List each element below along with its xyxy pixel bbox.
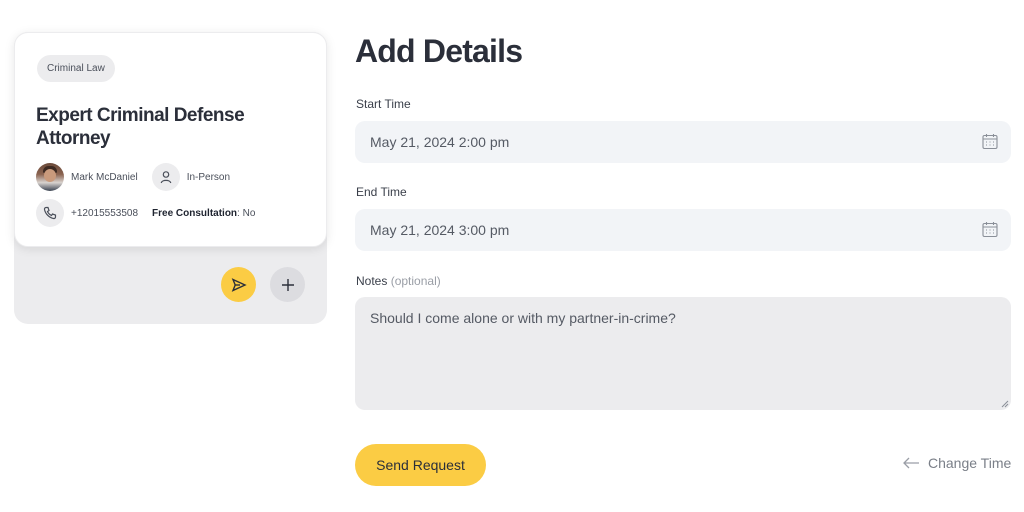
change-time-label: Change Time (928, 455, 1012, 471)
lawyer-card[interactable]: Criminal Law Expert Criminal Defense Att… (14, 32, 327, 247)
notes-textarea[interactable]: Should I come alone or with my partner-i… (355, 297, 1011, 410)
person-icon (151, 163, 180, 191)
contact-meta-row: +12015553508 Free Consultation : No (36, 199, 255, 227)
end-time-value: May 21, 2024 3:00 pm (370, 222, 510, 238)
calendar-icon[interactable] (982, 221, 998, 238)
resize-handle-icon[interactable] (1000, 399, 1009, 408)
notes-label: Notes (optional) (356, 274, 441, 288)
send-request-button[interactable]: Send Request (355, 444, 486, 486)
phone-number: +12015553508 (71, 207, 139, 219)
avatar (36, 163, 64, 191)
page-title: Add Details (355, 33, 523, 69)
phone-icon (36, 199, 64, 227)
notes-optional-hint: (optional) (390, 274, 441, 288)
listing-title: Expert Criminal Defense Attorney (36, 105, 245, 149)
start-time-label: Start Time (356, 97, 411, 111)
start-time-value: May 21, 2024 2:00 pm (370, 134, 510, 150)
category-tag: Criminal Law (37, 55, 115, 82)
lawyer-name: Mark McDaniel (71, 171, 138, 183)
start-time-field[interactable]: May 21, 2024 2:00 pm (355, 121, 1011, 163)
consultation-value: : No (237, 207, 256, 219)
end-time-label: End Time (356, 185, 407, 199)
add-button[interactable] (270, 267, 305, 302)
send-icon (231, 277, 247, 292)
notes-value: Should I come alone or with my partner-i… (370, 310, 676, 326)
plus-icon (281, 278, 294, 291)
change-time-link[interactable]: Change Time (902, 455, 1011, 471)
arrow-left-icon (903, 457, 919, 469)
lawyer-card-container: Criminal Law Expert Criminal Defense Att… (14, 32, 327, 324)
lawyer-meta-row: Mark McDaniel In-Person (36, 163, 230, 191)
meeting-type: In-Person (186, 171, 231, 183)
notes-label-text: Notes (356, 274, 388, 288)
calendar-icon[interactable] (982, 133, 998, 150)
end-time-field[interactable]: May 21, 2024 3:00 pm (355, 209, 1011, 251)
consultation-label: Free Consultation (152, 207, 238, 219)
send-button[interactable] (221, 267, 256, 302)
